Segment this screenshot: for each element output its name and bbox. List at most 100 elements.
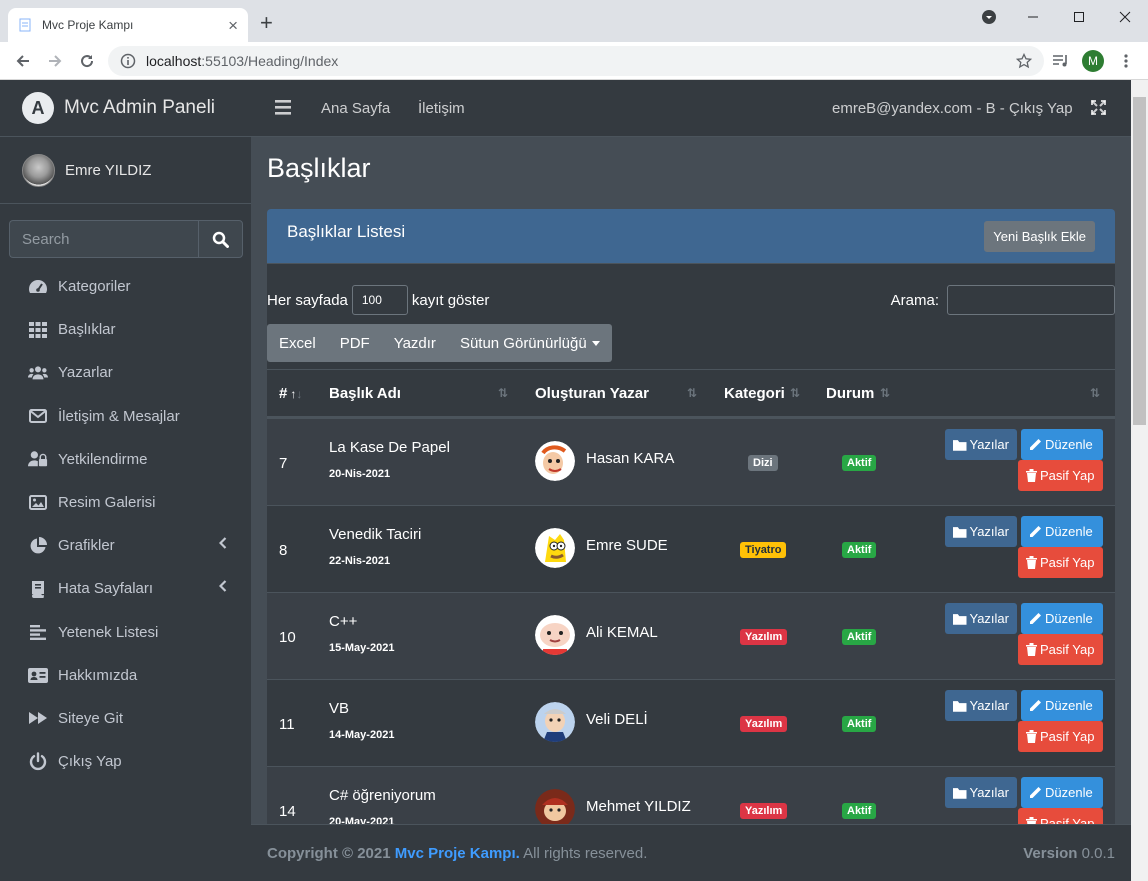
cell-id: 11 <box>279 716 295 733</box>
footer-copyright: Copyright © 2021 Mvc Proje Kampı. All ri… <box>267 845 648 862</box>
chevron-left-icon[interactable] <box>219 537 227 549</box>
edit-button[interactable]: Düzenle <box>1021 690 1103 721</box>
sidebar-item-grafikler[interactable]: Grafikler <box>0 524 251 567</box>
tab-close-icon[interactable]: × <box>228 17 238 34</box>
posts-button[interactable]: Yazılar <box>945 429 1017 460</box>
sidebar-item-label: Yetenek Listesi <box>58 623 159 641</box>
reload-icon[interactable] <box>76 50 98 72</box>
nav-account-logout[interactable]: emreB@yandex.com - B - Çıkış Yap <box>832 100 1073 117</box>
sidebar-item-iletisim-mesajlar[interactable]: İletişim & Mesajlar <box>0 395 251 438</box>
sidebar-item-yetenek-listesi[interactable]: Yetenek Listesi <box>0 611 251 654</box>
posts-button[interactable]: Yazılar <box>945 777 1017 808</box>
category-badge: Tiyatro <box>740 542 787 558</box>
column-visibility-button[interactable]: Sütun Görünürlüğü <box>448 335 612 352</box>
col-header-author[interactable]: Oluşturan Yazar <box>535 385 649 402</box>
card-title: Başlıklar Listesi <box>287 222 406 241</box>
sidebar-search-input[interactable] <box>9 220 198 258</box>
scrollbar-thumb[interactable] <box>1133 97 1146 425</box>
table-row: 11 VB 14-May-2021 Veli DELİ Yazılım Akti… <box>267 680 1115 767</box>
bookmark-star-icon[interactable] <box>1016 53 1032 69</box>
profile-avatar[interactable]: M <box>1082 50 1104 72</box>
category-badge: Dizi <box>748 455 778 471</box>
new-heading-button[interactable]: Yeni Başlık Ekle <box>984 221 1095 252</box>
page-scrollbar[interactable] <box>1131 80 1148 881</box>
deactivate-button[interactable]: Pasif Yap <box>1018 634 1103 665</box>
user-panel[interactable]: Emre YILDIZ <box>0 137 251 204</box>
deactivate-button[interactable]: Pasif Yap <box>1018 721 1103 752</box>
brand[interactable]: A Mvc Admin Paneli <box>0 80 251 137</box>
sidebar-item-basliklar[interactable]: Başlıklar <box>0 308 251 351</box>
user-lock-icon <box>28 449 48 469</box>
headings-table: # ↑ ↓ Başlık Adı ⇅ Oluşturan Yazar ⇅ Kateg… <box>267 369 1115 824</box>
sort-icon[interactable]: ⇅ <box>498 386 508 400</box>
deactivate-button[interactable]: Pasif Yap <box>1018 547 1103 578</box>
deactivate-button[interactable]: Pasif Yap <box>1018 460 1103 491</box>
sidebar-item-yetkilendirme[interactable]: Yetkilendirme <box>0 438 251 481</box>
omnibox[interactable]: localhost:55103/Heading/Index <box>108 46 1044 76</box>
posts-button[interactable]: Yazılar <box>945 603 1017 634</box>
category-badge: Yazılım <box>740 803 788 819</box>
cell-author: Ali KEMAL <box>586 624 658 641</box>
edit-button[interactable]: Düzenle <box>1021 603 1103 634</box>
col-header-title[interactable]: Başlık Adı <box>329 385 401 402</box>
sidebar-item-label: Hata Sayfaları <box>58 580 154 598</box>
sort-icon[interactable]: ⇅ <box>790 386 800 400</box>
export-button-group: Excel PDF Yazdır Sütun Görünürlüğü <box>267 324 612 362</box>
table-search-input[interactable] <box>947 285 1115 315</box>
print-button[interactable]: Yazdır <box>382 335 448 352</box>
edit-button[interactable]: Düzenle <box>1021 429 1103 460</box>
forward-icon <box>28 708 48 728</box>
posts-button[interactable]: Yazılar <box>945 690 1017 721</box>
pdf-button[interactable]: PDF <box>328 335 382 352</box>
brand-logo-icon: A <box>22 92 54 124</box>
close-window-icon[interactable] <box>1102 2 1148 32</box>
forward-icon[interactable] <box>44 50 66 72</box>
sort-icon[interactable]: ⇅ <box>880 386 890 400</box>
chevron-left-icon[interactable] <box>219 580 227 593</box>
browser-menu-icon[interactable] <box>1115 50 1137 72</box>
nav-ana-sayfa[interactable]: Ana Sayfa <box>321 100 390 117</box>
sidebar-search-button[interactable] <box>198 220 243 258</box>
edit-button[interactable]: Düzenle <box>1021 516 1103 547</box>
col-header-status[interactable]: Durum <box>826 385 874 402</box>
sidebar-item-hata-sayfalari[interactable]: Hata Sayfaları <box>0 567 251 610</box>
sidebar-item-resim-galerisi[interactable]: Resim Galerisi <box>0 481 251 524</box>
sidebar-item-hakkimizda[interactable]: Hakkımızda <box>0 654 251 697</box>
table-header: # ↑ ↓ Başlık Adı ⇅ Oluşturan Yazar ⇅ Kateg… <box>267 369 1115 419</box>
nav-iletisim[interactable]: İletişim <box>418 100 465 117</box>
page-title: Başlıklar <box>267 153 371 183</box>
author-avatar <box>535 528 575 568</box>
cell-date: 22-Nis-2021 <box>329 555 391 567</box>
cell-id: 10 <box>279 629 296 646</box>
excel-button[interactable]: Excel <box>267 335 328 352</box>
col-header-id[interactable]: # ↑ ↓ <box>279 385 302 402</box>
page-length-select[interactable]: 100 <box>351 285 408 315</box>
new-tab-icon[interactable]: + <box>260 12 273 34</box>
sidebar-item-kategoriler[interactable]: Kategoriler <box>0 265 251 308</box>
minimize-icon[interactable] <box>1010 2 1056 32</box>
trash-icon <box>1026 817 1037 824</box>
sidebar-item-siteye-git[interactable]: Siteye Git <box>0 697 251 740</box>
pencil-icon <box>1030 526 1041 537</box>
edit-button[interactable]: Düzenle <box>1021 777 1103 808</box>
pencil-icon <box>1030 439 1041 450</box>
fullscreen-icon[interactable] <box>1091 100 1106 115</box>
col-header-category[interactable]: Kategori <box>724 385 785 402</box>
hamburger-menu-icon[interactable] <box>275 100 291 115</box>
sidebar-item-cikis-yap[interactable]: Çıkış Yap <box>0 740 251 783</box>
deactivate-button[interactable]: Pasif Yap <box>1018 808 1103 824</box>
browser-tab[interactable]: Mvc Proje Kampı × <box>8 8 248 42</box>
sort-icon[interactable]: ⇅ <box>1090 386 1100 400</box>
maximize-icon[interactable] <box>1056 2 1102 32</box>
media-control-icon[interactable] <box>1050 50 1072 72</box>
back-icon[interactable] <box>12 50 34 72</box>
footer-brand-link[interactable]: Mvc Proje Kampı. <box>395 845 520 862</box>
sort-icon[interactable]: ⇅ <box>687 386 697 400</box>
author-avatar <box>535 441 575 481</box>
folder-icon <box>953 526 967 538</box>
category-badge: Yazılım <box>740 716 788 732</box>
info-icon[interactable] <box>120 53 136 69</box>
posts-button[interactable]: Yazılar <box>945 516 1017 547</box>
sidebar-item-yazarlar[interactable]: Yazarlar <box>0 351 251 394</box>
tab-search-icon[interactable] <box>966 2 1012 32</box>
